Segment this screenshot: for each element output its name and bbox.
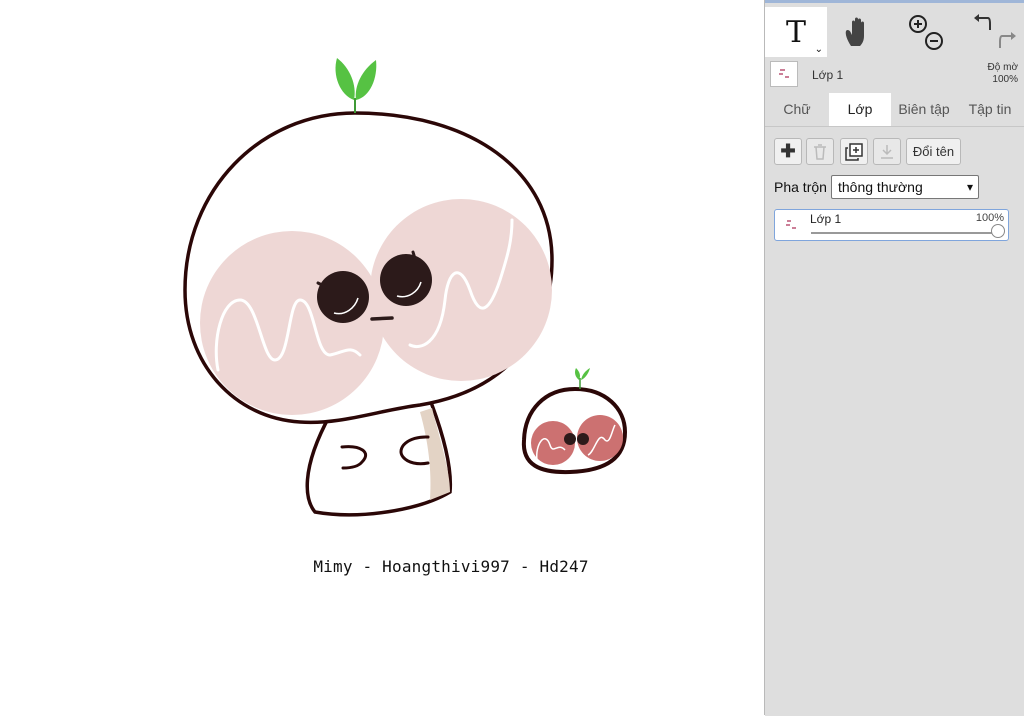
trash-icon: [814, 143, 826, 160]
add-layer-button[interactable]: ✚: [774, 138, 802, 165]
text-tool-button[interactable]: T ⌄: [765, 7, 827, 57]
chevron-down-icon[interactable]: ⌄: [815, 44, 823, 55]
tab-edit[interactable]: Biên tập: [891, 93, 957, 126]
current-layer-name: Lớp 1: [812, 68, 844, 82]
merge-down-icon: [881, 144, 893, 159]
opacity-label: Độ mờ: [987, 62, 1018, 73]
right-eye: [380, 254, 432, 306]
layer-row-thumbnail: [779, 213, 803, 237]
opacity-readout[interactable]: Độ mờ 100%: [988, 62, 1018, 86]
delete-layer-button[interactable]: [806, 138, 834, 165]
side-panel: T ⌄ Lớp 1 Độ mờ 100% Chữ Lớp Biên tập Tậ…: [764, 0, 1024, 716]
tab-file[interactable]: Tập tin: [957, 93, 1023, 126]
blend-mode-value: thông thường: [838, 179, 923, 195]
plus-icon: ✚: [780, 141, 796, 161]
chevron-down-icon: ▾: [966, 180, 973, 194]
drawing-canvas[interactable]: Mimy - Hoangthivi997 - Hd247: [0, 0, 764, 715]
zoom-tool-button[interactable]: [895, 7, 957, 57]
blend-mode-label: Pha trộn: [774, 179, 827, 195]
undo-redo-icon: [974, 14, 1016, 48]
hand-tool-button[interactable]: [827, 7, 889, 57]
layer-row-opacity: 100%: [975, 212, 1004, 224]
text-icon: T: [785, 14, 806, 50]
duplicate-icon: [845, 142, 863, 161]
left-cheek: [200, 231, 384, 415]
left-eye: [317, 271, 369, 323]
undo-redo-button[interactable]: [961, 7, 1023, 57]
layer-opacity-slider[interactable]: [811, 232, 998, 234]
current-layer-bar: Lớp 1 Độ mờ 100%: [765, 56, 1024, 92]
layer-row[interactable]: Lớp 1 100%: [774, 209, 1009, 241]
layer-thumbnail[interactable]: [770, 61, 798, 87]
blend-mode-select[interactable]: thông thường ▾: [831, 175, 979, 199]
layer-row-name: Lớp 1: [810, 212, 842, 226]
rename-layer-button[interactable]: Đổi tên: [906, 138, 961, 165]
zoom-in-out-icon: [909, 15, 943, 50]
big-sprout-leaf-right: [355, 60, 377, 100]
hand-icon: [845, 17, 864, 46]
opacity-value: 100%: [992, 74, 1018, 85]
tab-text[interactable]: Chữ: [765, 93, 829, 126]
tab-layer[interactable]: Lớp: [829, 93, 891, 126]
tool-toolbar: T ⌄: [765, 0, 1024, 57]
big-sprout-leaf-left: [335, 58, 355, 100]
layer-panel: ✚ Đổi tên Pha trộn thông thường ▾ Lớp 1 …: [765, 126, 1024, 716]
artwork: [183, 58, 628, 517]
merge-down-button[interactable]: [873, 138, 901, 165]
layer-opacity-slider-handle[interactable]: [991, 224, 1005, 238]
panel-tabs: Chữ Lớp Biên tập Tập tin: [765, 93, 1024, 126]
duplicate-layer-button[interactable]: [840, 138, 868, 165]
